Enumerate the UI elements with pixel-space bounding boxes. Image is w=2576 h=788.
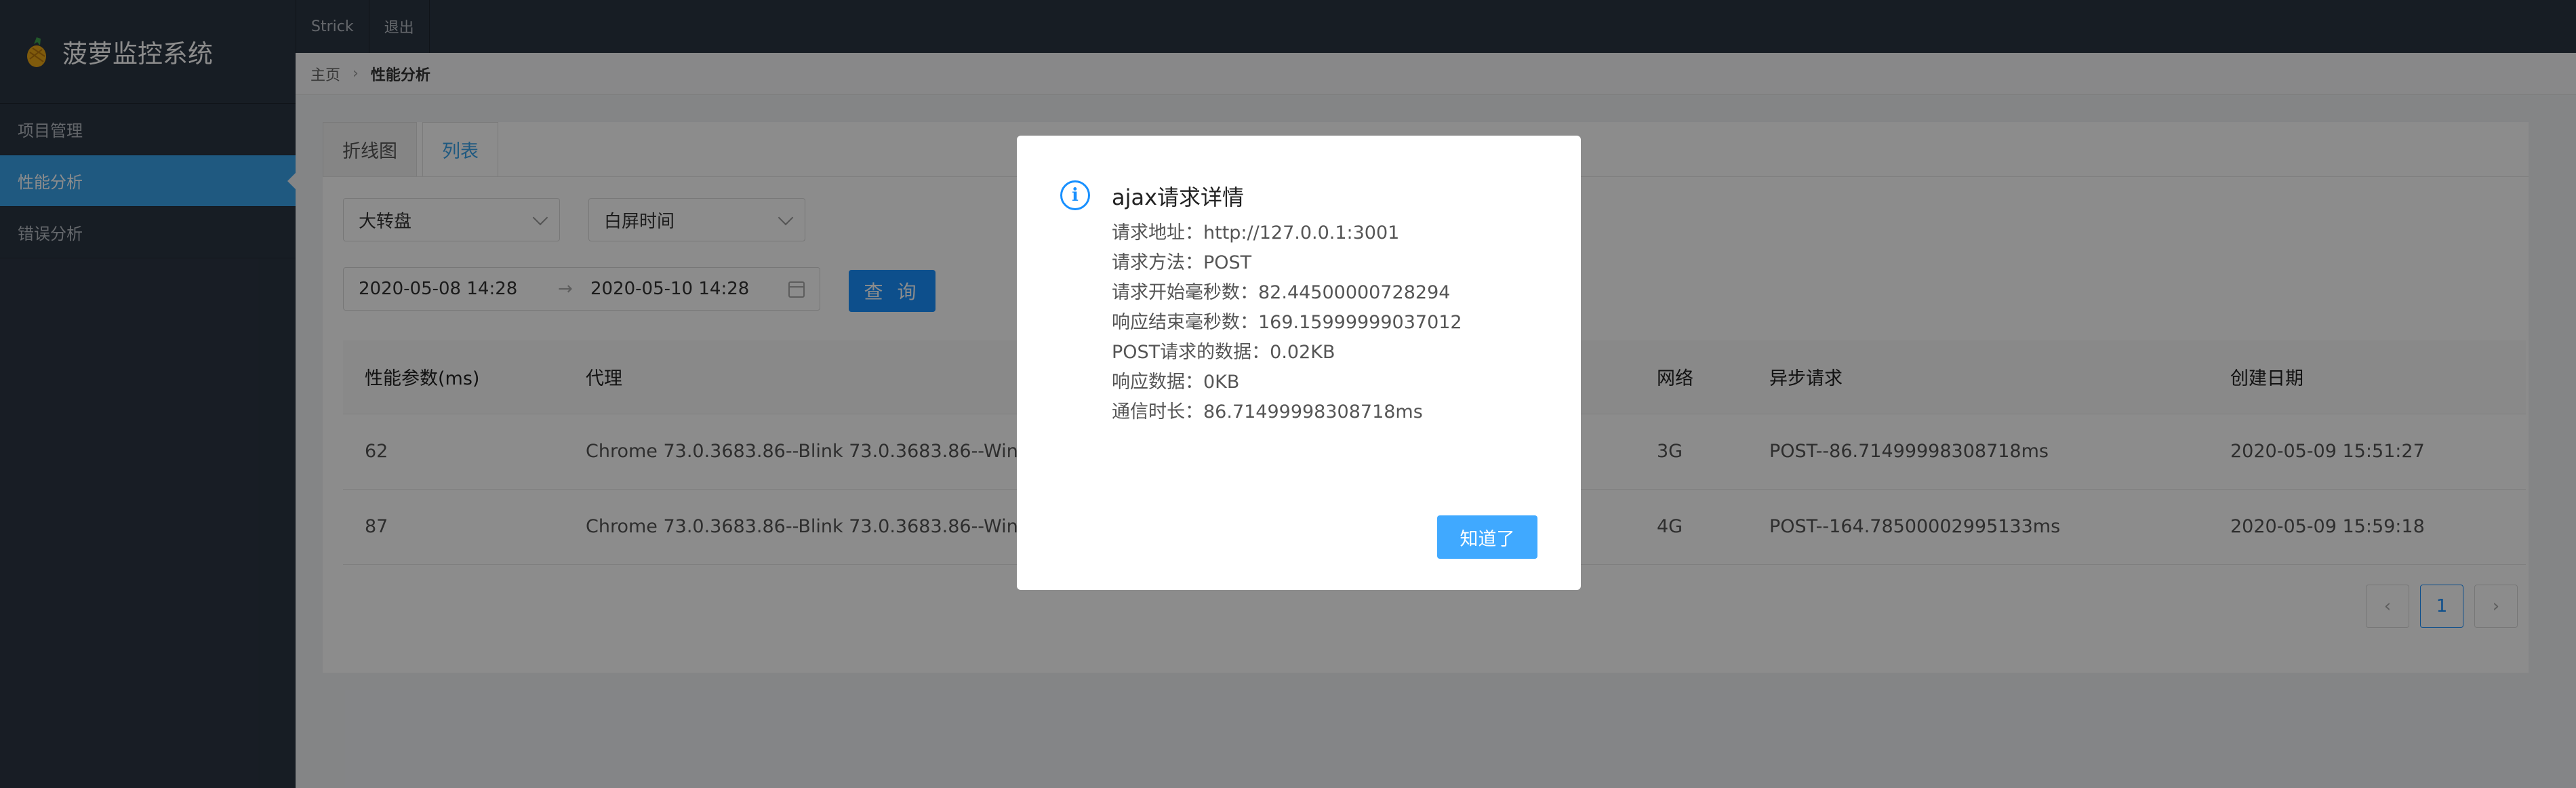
ajax-detail-modal: i ajax请求详情 请求地址：http://127.0.0.1:3001 请求… <box>1017 136 1581 590</box>
ok-button[interactable]: 知道了 <box>1437 515 1537 559</box>
modal-title: ajax请求详情 <box>1112 184 1245 210</box>
detail-line: POST请求的数据：0.02KB <box>1112 342 1335 363</box>
info-icon: i <box>1060 180 1090 210</box>
detail-line: 响应结束毫秒数：169.15999999037012 <box>1112 312 1462 333</box>
detail-line: 请求方法：POST <box>1112 252 1252 273</box>
detail-line: 通信时长：86.71499998308718ms <box>1112 401 1423 422</box>
modal-content: 请求地址：http://127.0.0.1:3001 请求方法：POST 请求开… <box>1112 218 1462 427</box>
detail-line: 请求开始毫秒数：82.44500000728294 <box>1112 282 1451 303</box>
detail-line: 请求地址：http://127.0.0.1:3001 <box>1112 222 1400 243</box>
detail-line: 响应数据：0KB <box>1112 372 1240 393</box>
